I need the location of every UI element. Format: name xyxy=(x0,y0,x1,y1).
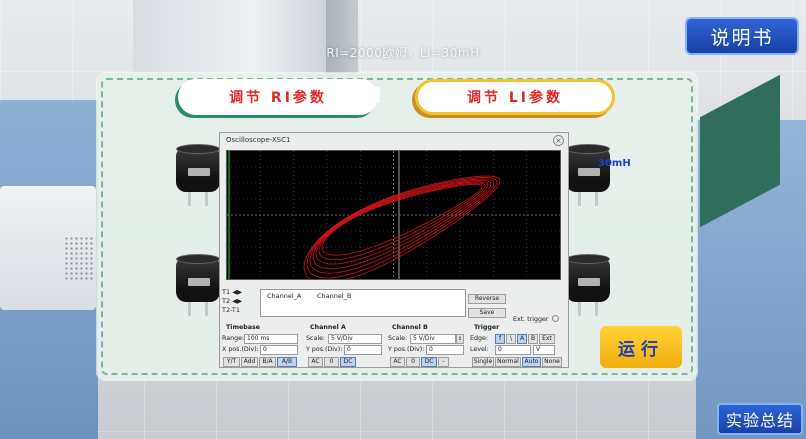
reverse-button[interactable]: Reverse xyxy=(468,294,506,304)
channel-a-title: Channel A xyxy=(310,324,346,331)
channel-b-dc-button[interactable]: DC xyxy=(421,357,437,367)
inductor-top-right xyxy=(566,144,610,206)
oscilloscope-display xyxy=(227,151,560,279)
timebase-xpos-label: X pos.(Div): xyxy=(222,346,259,353)
ext-trigger-label: Ext. trigger xyxy=(513,316,549,323)
channel-a-scale-field[interactable]: 5 V/Div xyxy=(328,334,382,344)
timebase-scale-field[interactable]: 100 ms xyxy=(244,334,298,344)
channel-a-zero-button[interactable]: 0 xyxy=(324,357,339,367)
ext-trigger-radio[interactable] xyxy=(552,315,559,322)
trigger-ext-button[interactable]: Ext xyxy=(539,334,555,344)
cursor-readouts: T1 ◀▶ T2 ◀▶ T2-T1 xyxy=(222,288,258,315)
lab-pillar-shadow xyxy=(326,0,358,84)
t2-arrows-icon[interactable]: ◀▶ xyxy=(232,297,242,305)
cursor-t1-label: T1 xyxy=(222,288,231,296)
channel-readout-table: Channel_A Channel_B xyxy=(260,289,466,317)
t1-arrows-icon[interactable]: ◀▶ xyxy=(232,288,242,296)
trigger-level-field[interactable]: 0 xyxy=(495,345,531,355)
channel-b-minus-button[interactable]: - xyxy=(438,357,449,367)
trigger-source-b-button[interactable]: B xyxy=(528,334,538,344)
channel-a-ac-button[interactable]: AC xyxy=(308,357,323,367)
mode-add-button[interactable]: Add xyxy=(241,357,258,367)
trigger-level-label: Level: xyxy=(470,346,489,353)
speaker-grille xyxy=(64,236,94,280)
channel-a-scale-label: Scale: xyxy=(306,335,326,342)
channel-b-zero-button[interactable]: 0 xyxy=(406,357,420,367)
trigger-title: Trigger xyxy=(474,324,500,331)
trigger-rising-edge-button[interactable]: f xyxy=(495,334,505,344)
trigger-falling-edge-button[interactable]: \ xyxy=(506,334,516,344)
mode-ab-button[interactable]: A/B xyxy=(277,357,297,367)
inductor-bottom-right xyxy=(566,254,610,316)
channel-b-ac-button[interactable]: AC xyxy=(390,357,405,367)
adjust-ri-parameter-tab[interactable]: 调节 RI参数 xyxy=(178,79,378,115)
trigger-level-unit[interactable]: V xyxy=(533,345,555,355)
inductor-top-left xyxy=(176,144,220,206)
mode-yt-button[interactable]: Y/T xyxy=(223,357,240,367)
oscilloscope-title: Oscilloscope-XSC1 xyxy=(226,136,291,144)
timebase-scale-label: Range: xyxy=(222,335,245,342)
tab-knob xyxy=(372,87,380,103)
trigger-auto-button[interactable]: Auto xyxy=(522,357,541,367)
cursor-delta-label: T2-T1 xyxy=(222,306,240,314)
oscilloscope-window: Oscilloscope-XSC1 × T1 ◀▶ T2 ◀▶ T2-T1 Ch… xyxy=(219,132,569,368)
channel-a-column: Channel_A xyxy=(267,292,302,300)
trigger-normal-button[interactable]: Normal xyxy=(495,357,521,367)
timebase-xpos-field[interactable]: 0 xyxy=(260,345,298,355)
run-button[interactable]: 运行 xyxy=(600,326,682,368)
channel-b-title: Channel B xyxy=(392,324,428,331)
adjust-li-parameter-tab[interactable]: 调节 LI参数 xyxy=(415,79,615,115)
trigger-edge-label: Edge: xyxy=(470,335,488,342)
function-generator-device xyxy=(0,186,96,310)
channel-b-scale-label: Scale: xyxy=(388,335,408,342)
trigger-none-button[interactable]: None xyxy=(542,357,562,367)
cursor-t2-label: T2 xyxy=(222,297,231,305)
timebase-title: Timebase xyxy=(226,324,261,331)
oscilloscope-screen xyxy=(226,150,561,280)
channel-b-ypos-field[interactable]: 0 xyxy=(426,345,464,355)
experiment-summary-button[interactable]: 实验总结 xyxy=(717,403,803,435)
inductor-value-label: 30mH xyxy=(598,158,631,169)
lab-pillar xyxy=(133,0,331,84)
channel-a-dc-button[interactable]: DC xyxy=(340,357,356,367)
channel-a-ypos-label: Y pos.(Div): xyxy=(306,346,343,353)
inductor-bottom-left xyxy=(176,254,220,316)
trigger-source-a-button[interactable]: A xyxy=(517,334,527,344)
channel-b-ypos-label: Y pos.(Div): xyxy=(388,346,425,353)
channel-b-scale-field[interactable]: 5 V/Div xyxy=(410,334,456,344)
mode-ba-button[interactable]: B/A xyxy=(259,357,276,367)
channel-b-column: Channel_B xyxy=(317,292,352,300)
channel-a-ypos-field[interactable]: 0 xyxy=(344,345,382,355)
save-button[interactable]: Save xyxy=(468,308,506,318)
close-icon[interactable]: × xyxy=(553,135,564,146)
channel-b-scale-spinner[interactable]: ⇕ xyxy=(456,334,464,344)
manual-button[interactable]: 说明书 xyxy=(685,17,799,55)
trigger-single-button[interactable]: Single xyxy=(472,357,494,367)
